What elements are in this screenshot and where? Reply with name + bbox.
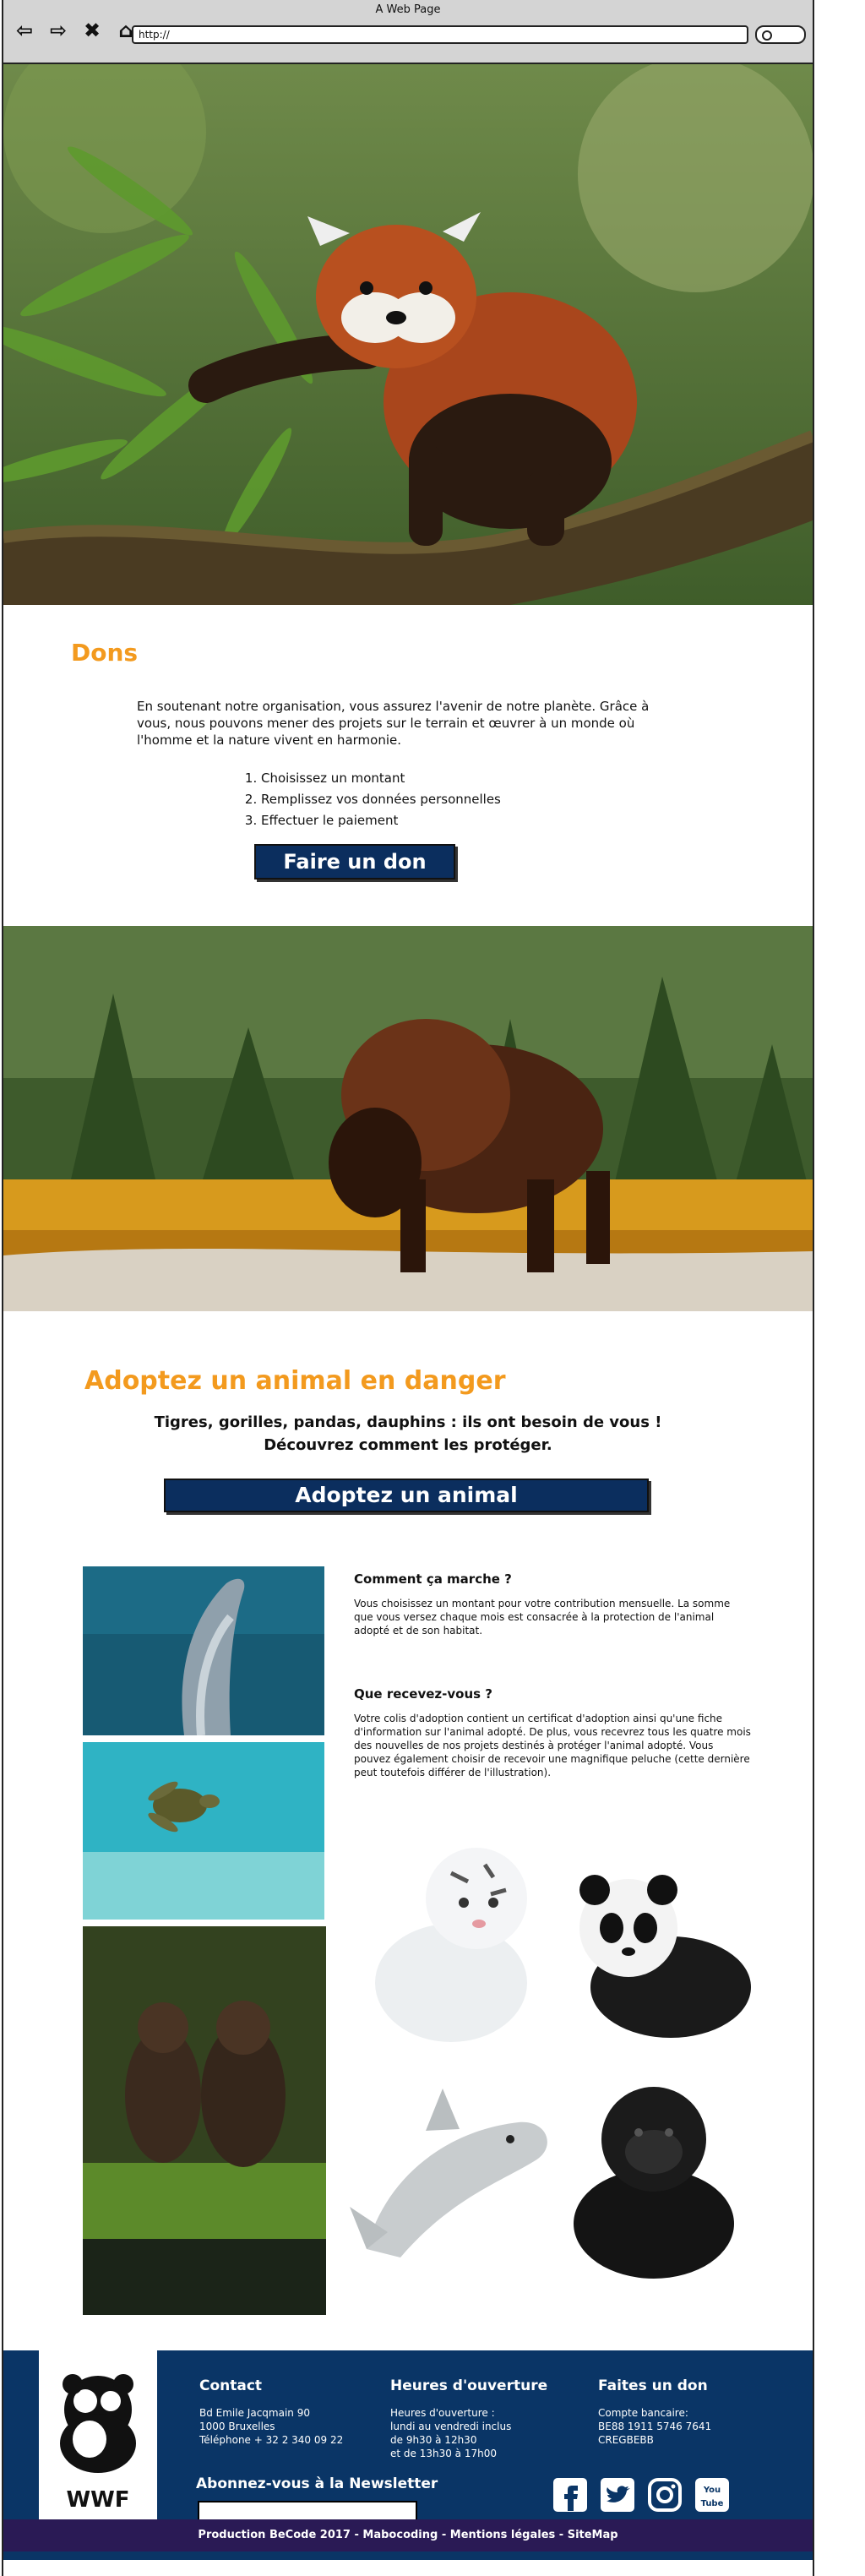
q2-text: Votre colis d'adoption contient un certi… (354, 1713, 751, 1778)
dolphin-plush-image (350, 2080, 561, 2274)
site-footer: WWF Contact Bd Emile Jacqmain 90 1000 Br… (3, 2350, 813, 2560)
twitter-icon[interactable] (600, 2477, 635, 2513)
contact-text: Bd Emile Jacqmain 90 1000 Bruxelles Télé… (199, 2407, 344, 2446)
panda-plush-image (561, 1852, 755, 2046)
don-title: Faites un don (598, 2377, 708, 2394)
contact-title: Contact (199, 2377, 263, 2394)
browser-nav: ⇦ ⇨ ✖ ⌂ (14, 19, 137, 42)
browser-window: A Web Page ⇦ ⇨ ✖ ⌂ http:// Dons En soute… (2, 0, 814, 2576)
wwf-logo-text: WWF (66, 2487, 130, 2513)
newsletter-label: Abonnez-vous à la Newsletter (196, 2475, 438, 2492)
hours-title: Heures d'ouverture (390, 2377, 548, 2394)
search-field[interactable] (755, 25, 806, 44)
adopt-tagline: Tigres, gorilles, pandas, dauphins : ils… (3, 1411, 813, 1457)
hero-red-panda-image (3, 64, 813, 605)
list-item: Effectuer le paiement (261, 810, 501, 831)
don-text: Compte bancaire: BE88 1911 5746 7641 CRE… (598, 2407, 712, 2446)
adoptez-un-animal-button[interactable]: Adoptez un animal (164, 1479, 649, 1512)
list-item: Remplissez vos données personnelles (261, 789, 501, 810)
hours-text: Heures d'ouverture : lundi au vendredi i… (390, 2407, 512, 2459)
tiger-plush-image (358, 1831, 544, 2050)
facebook-icon[interactable] (552, 2477, 588, 2513)
adopt-tagline-line-2: Découvrez comment les protéger. (264, 1436, 552, 1454)
browser-chrome: A Web Page ⇦ ⇨ ✖ ⌂ http:// (3, 0, 813, 64)
faire-un-don-button[interactable]: Faire un don (254, 844, 455, 880)
sea-turtle-photo (83, 1742, 324, 1920)
wwf-logo: WWF (39, 2350, 157, 2528)
close-icon[interactable]: ✖ (81, 19, 103, 42)
hero-bison-image (3, 926, 813, 1311)
search-icon (762, 30, 772, 41)
forward-arrow-icon[interactable]: ⇨ (47, 19, 69, 42)
chimpanzees-photo (83, 1926, 326, 2315)
adopt-tagline-line-1: Tigres, gorilles, pandas, dauphins : ils… (154, 1413, 662, 1431)
instagram-icon[interactable] (647, 2477, 683, 2513)
dons-steps-list: Choisissez un montant Remplissez vos don… (244, 768, 501, 831)
list-item: Choisissez un montant (261, 768, 501, 789)
dolphin-photo (83, 1566, 324, 1735)
q2-title: Que recevez-vous ? (354, 1686, 492, 1702)
adopt-section: Adoptez un animal en danger Tigres, gori… (3, 1311, 813, 2350)
youtube-icon-label: You Tube (700, 2486, 724, 2508)
window-title: A Web Page (375, 3, 441, 16)
q1-text: Vous choisissez un montant pour votre co… (354, 1598, 731, 1637)
youtube-icon[interactable]: You Tube (694, 2477, 730, 2513)
dons-section: Dons En soutenant notre organisation, vo… (3, 605, 813, 926)
back-arrow-icon[interactable]: ⇦ (14, 19, 35, 42)
dons-intro-text: En soutenant notre organisation, vous as… (137, 699, 650, 748)
adopt-title: Adoptez un animal en danger (84, 1366, 506, 1396)
url-bar[interactable]: http:// (132, 25, 748, 44)
social-links: You Tube (552, 2477, 730, 2513)
gorilla-plush-image (561, 2063, 747, 2283)
q1-title: Comment ça marche ? (354, 1571, 512, 1587)
dons-title: Dons (71, 639, 139, 667)
footer-bottom-bar: Production BeCode 2017 - Mabocoding - Me… (3, 2519, 813, 2551)
